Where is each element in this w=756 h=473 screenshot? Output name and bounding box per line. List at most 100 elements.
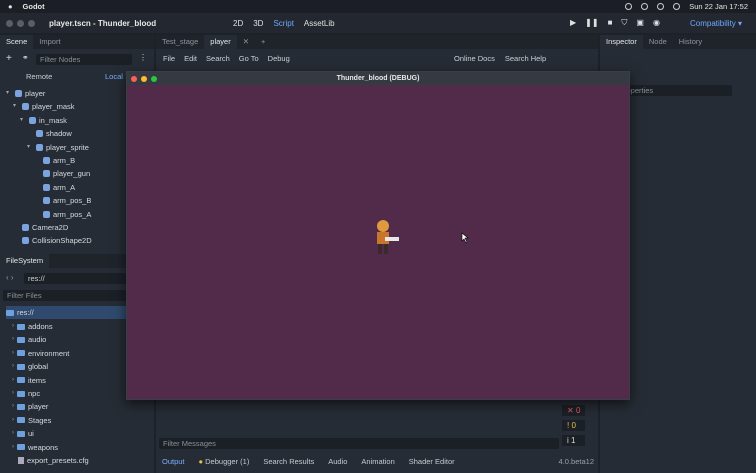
expand-arrow-icon[interactable]: › [12,320,14,333]
link-icon[interactable]: ⚭ [22,53,29,62]
node-label: player_mask [32,102,75,112]
game-window-title: Thunder_blood (DEBUG) [336,75,420,82]
minimize-window-button[interactable] [17,19,24,27]
expand-arrow-icon[interactable]: › [12,441,14,454]
mode-assetlib-button[interactable]: AssetLib [304,19,335,28]
movie-icon[interactable]: ◉ [653,18,660,28]
fs-folder-item[interactable]: › weapons [12,441,58,454]
tab-output[interactable]: Output [162,457,185,466]
expand-arrow-icon[interactable]: › [12,374,14,387]
fs-folder-item[interactable]: › ui [12,427,34,440]
scene-tree-item[interactable]: arm_pos_A [34,208,91,221]
scene-tree-item[interactable]: shadow [27,127,72,140]
expand-arrow-icon[interactable]: › [12,414,14,427]
mode-2d-button[interactable]: 2D [233,19,243,28]
game-debug-window[interactable]: Thunder_blood (DEBUG) [126,71,630,400]
menu-search[interactable]: Search [206,54,230,63]
scene-tree-item[interactable]: ▾ player_sprite [27,141,89,154]
warning-count-badge[interactable]: ! 0 [562,420,586,431]
tab-shader-editor[interactable]: Shader Editor [409,457,455,466]
mode-script-button[interactable]: Script [273,19,293,28]
expand-arrow-icon[interactable]: › [12,333,14,346]
back-icon[interactable]: ‹ › [6,273,14,282]
filter-messages-input[interactable]: Filter Messages [159,438,559,449]
game-window-title-bar[interactable]: Thunder_blood (DEBUG) [127,72,629,85]
expand-arrow-icon[interactable]: › [12,427,14,440]
menu-icon[interactable]: ⋮ [139,53,147,62]
remote-debug-icon[interactable]: ⛉ [621,18,627,28]
scene-tree-item[interactable]: ▾ player [6,87,45,100]
tab-audio[interactable]: Audio [328,457,347,466]
tab-animation[interactable]: Animation [361,457,394,466]
status-icon[interactable] [625,3,633,10]
filesystem-title[interactable]: FileSystem [0,254,50,268]
fs-folder-item[interactable]: › npc [12,387,40,400]
play-scene-icon[interactable]: ▣ [636,18,644,28]
message-count-badge[interactable]: i 1 [562,435,586,446]
apple-icon[interactable]: ● [8,2,13,11]
scene-tree-item[interactable]: Camera2D [13,221,68,234]
expand-arrow-icon[interactable]: ▾ [6,87,12,100]
local-button[interactable]: Local [105,72,123,81]
tab-node[interactable]: Node [643,35,673,49]
close-tab-icon[interactable]: ✕ [237,35,255,49]
menu-file[interactable]: File [163,54,175,63]
menu-edit[interactable]: Edit [184,54,197,63]
expand-arrow-icon[interactable]: ▾ [27,141,33,154]
pause-icon[interactable]: ❚❚ [585,18,598,28]
expand-arrow-icon[interactable]: ▾ [20,114,26,127]
search-help-button[interactable]: Search Help [505,54,546,63]
tab-player[interactable]: player [204,35,237,49]
tab-scene[interactable]: Scene [0,35,34,49]
folder-label: ui [28,429,34,439]
fs-folder-item[interactable]: › addons [12,320,53,333]
node-icon [43,183,50,191]
fs-folder-item[interactable]: › audio [12,333,46,346]
filter-properties-input[interactable]: roperties [620,85,732,96]
new-tab-icon[interactable]: + [255,35,271,49]
close-window-button[interactable] [6,19,13,27]
expand-arrow-icon[interactable]: › [12,400,14,413]
expand-arrow-icon[interactable]: › [12,360,14,373]
search-icon[interactable] [673,3,681,10]
status-icon[interactable] [641,3,649,10]
fs-file-item[interactable]: export_presets.cfg [18,454,89,467]
fs-root-item[interactable]: res:// [6,306,126,319]
error-count-badge[interactable]: ✕ 0 [562,405,586,416]
stop-icon[interactable]: ■ [608,18,613,28]
scene-tree-item[interactable]: arm_pos_B [34,194,91,207]
fs-folder-item[interactable]: › environment [12,347,69,360]
add-node-icon[interactable]: + [6,53,12,64]
fs-folder-item[interactable]: › global [12,360,48,373]
zoom-window-button[interactable] [28,19,35,27]
expand-arrow-icon[interactable]: › [12,347,14,360]
tab-import[interactable]: Import [33,35,66,49]
clock[interactable]: Sun 22 Jan 17:52 [689,2,748,11]
app-name[interactable]: Godot [23,2,45,11]
renderer-select[interactable]: Compatibility ▾ [690,19,742,28]
filter-nodes-input[interactable]: Filter Nodes [36,54,132,65]
menu-goto[interactable]: Go To [239,54,259,63]
tab-search-results[interactable]: Search Results [263,457,314,466]
scene-tree-item[interactable]: arm_B [34,154,75,167]
scene-tree-item[interactable]: CollisionShape2D [13,234,92,247]
tab-inspector[interactable]: Inspector [600,35,643,49]
fs-folder-item[interactable]: › Stages [12,414,51,427]
expand-arrow-icon[interactable]: ▾ [13,100,19,113]
scene-tree-item[interactable]: ▾ in_mask [20,114,67,127]
play-icon[interactable]: ▶ [570,18,576,28]
scene-tree-item[interactable]: arm_A [34,181,75,194]
menu-debug[interactable]: Debug [268,54,290,63]
tab-debugger[interactable]: ● Debugger (1) [199,457,250,466]
online-docs-button[interactable]: Online Docs [454,54,495,63]
wifi-icon[interactable] [657,3,665,10]
mode-3d-button[interactable]: 3D [253,19,263,28]
fs-folder-item[interactable]: › player [12,400,48,413]
tab-test-stage[interactable]: Test_stage [156,35,204,49]
tab-history[interactable]: History [673,35,708,49]
expand-arrow-icon[interactable]: › [12,387,14,400]
scene-tree-item[interactable]: player_gun [34,167,90,180]
remote-button[interactable]: Remote [26,72,52,81]
fs-folder-item[interactable]: › items [12,374,46,387]
scene-tree-item[interactable]: ▾ player_mask [13,100,75,113]
